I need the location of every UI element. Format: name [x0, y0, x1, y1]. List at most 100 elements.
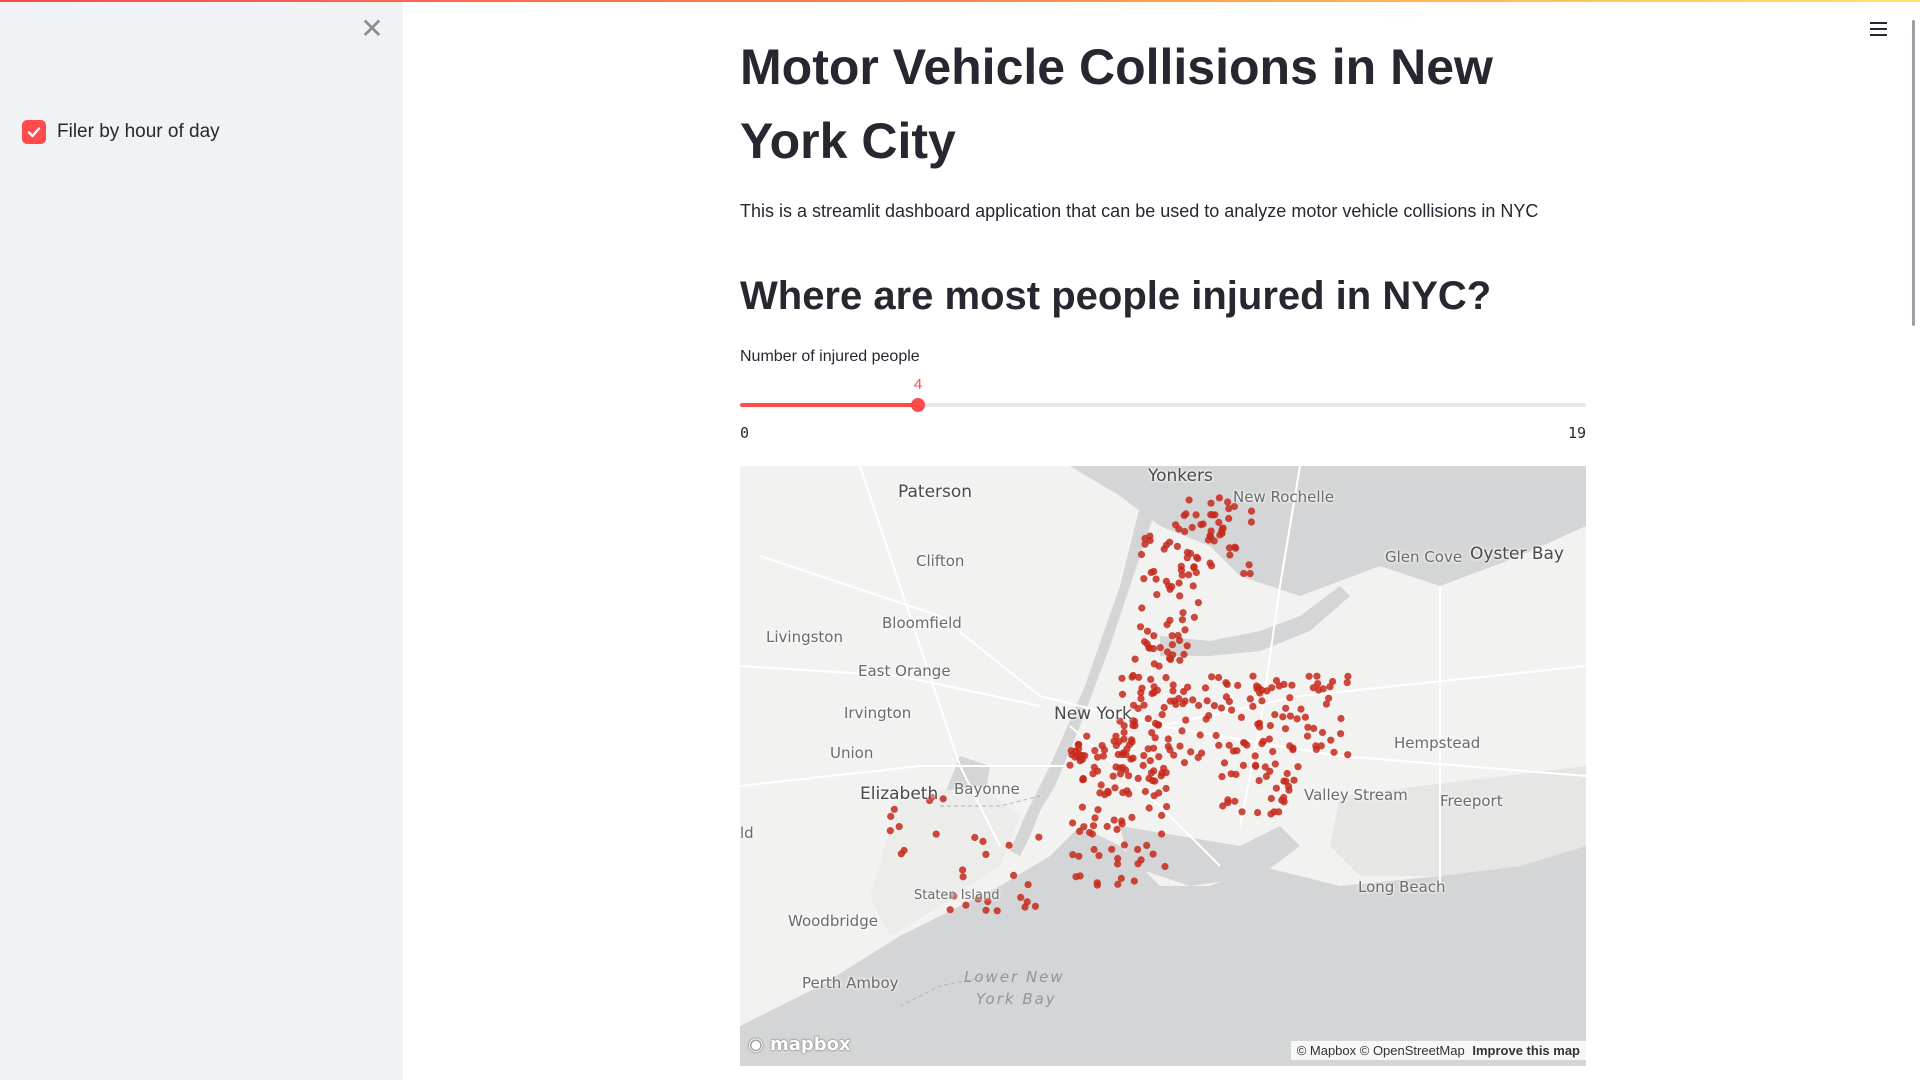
map-label-lower-new-york-bay-1: Lower New — [964, 968, 1065, 986]
collision-point — [1135, 673, 1143, 681]
collision-point — [1194, 753, 1202, 762]
collision-point — [1138, 604, 1146, 612]
collision-point — [1122, 751, 1130, 759]
collision-point — [1197, 521, 1205, 529]
collision-point — [1090, 845, 1098, 854]
collision-point — [1249, 672, 1257, 680]
collision-point — [900, 846, 908, 855]
collision-point — [1155, 721, 1163, 729]
collision-point — [1098, 742, 1106, 750]
collision-point — [1322, 700, 1330, 708]
collision-point — [1130, 877, 1138, 885]
collision-point — [1117, 874, 1125, 882]
collision-point — [1155, 753, 1163, 761]
collision-point — [1201, 684, 1210, 692]
improve-map-link[interactable]: Improve this map — [1472, 1043, 1580, 1058]
map-label-bayonne: Bayonne — [954, 780, 1020, 798]
collision-point — [1035, 833, 1043, 841]
collision-point — [1187, 748, 1195, 756]
collision-point — [1278, 796, 1286, 804]
collision-point — [1313, 672, 1321, 680]
collision-point — [1031, 902, 1039, 910]
collision-point — [1289, 746, 1297, 754]
filter-hour-checkbox[interactable]: Filer by hour of day — [22, 120, 220, 144]
mapbox-logo[interactable]: ◉ mapbox — [748, 1034, 851, 1055]
collision-point — [1275, 808, 1283, 816]
map-label-east-orange: East Orange — [858, 662, 951, 680]
collision-point — [1120, 728, 1128, 736]
slider-max-label: 19 — [1567, 424, 1586, 442]
slider-value: 4 — [913, 376, 923, 393]
collision-point — [1207, 527, 1215, 535]
map-label-freeport: Freeport — [1440, 792, 1503, 810]
collision-point — [1259, 737, 1267, 745]
collision-point — [1178, 571, 1186, 579]
collision-point — [1091, 747, 1099, 755]
collision-point — [1162, 577, 1170, 585]
collision-point — [1247, 507, 1256, 515]
collision-point — [1128, 813, 1136, 821]
collision-point — [1290, 776, 1298, 784]
collision-point — [1005, 841, 1013, 849]
collision-point — [1021, 903, 1029, 911]
slider-thumb[interactable] — [911, 398, 925, 412]
collision-point — [1174, 631, 1182, 640]
collision-point — [1269, 748, 1277, 756]
collision-point — [1181, 697, 1189, 705]
collision-point — [1176, 592, 1184, 600]
collision-point — [1173, 542, 1181, 550]
collision-point — [1094, 806, 1102, 814]
collision-map[interactable]: Yonkers Paterson New Rochelle Clifton Gl… — [740, 466, 1586, 1066]
scrollbar[interactable] — [1912, 20, 1915, 326]
collision-point — [1099, 752, 1107, 760]
collision-point — [1271, 760, 1279, 768]
collision-point — [1167, 655, 1175, 664]
filter-hour-label: Filer by hour of day — [57, 121, 220, 142]
collision-point — [1240, 739, 1248, 747]
map-label-elizabeth: Elizabeth — [860, 784, 939, 804]
collision-point — [1069, 819, 1077, 827]
collision-point — [1220, 759, 1229, 767]
collision-point — [1163, 803, 1171, 811]
collision-point — [1118, 690, 1127, 698]
slider-min-label: 0 — [740, 424, 750, 442]
map-label-irvington: Irvington — [844, 704, 912, 722]
collision-point — [1118, 817, 1126, 825]
collision-point — [1166, 697, 1174, 705]
collision-point — [1343, 679, 1351, 687]
mapbox-logo-text: mapbox — [769, 1034, 851, 1055]
collision-point — [1129, 754, 1137, 762]
intro-text: This is a streamlit dashboard applicatio… — [740, 201, 1539, 221]
collision-point — [1209, 511, 1217, 519]
checkbox-checked-icon[interactable] — [22, 120, 46, 144]
collision-point — [1312, 742, 1320, 750]
collision-point — [1134, 774, 1142, 782]
collision-point — [1266, 767, 1274, 775]
collision-point — [1017, 893, 1025, 901]
collision-point — [1148, 729, 1156, 737]
collision-point — [1151, 777, 1159, 785]
collision-point — [1215, 741, 1223, 749]
collision-point — [1109, 772, 1117, 780]
collision-point — [1271, 711, 1279, 719]
close-icon[interactable]: ✕ — [357, 14, 387, 44]
collision-point — [1272, 784, 1280, 792]
map-label-perth-amboy: Perth Amboy — [802, 974, 899, 992]
collision-point — [1147, 675, 1155, 683]
map-label-lower-new-york-bay-2: York Bay — [976, 990, 1057, 1008]
collision-point — [1227, 770, 1235, 778]
collision-point — [1263, 687, 1271, 695]
collision-point — [1112, 732, 1120, 740]
hamburger-menu-icon[interactable] — [1864, 16, 1896, 42]
collision-point — [1246, 570, 1254, 578]
collision-point — [1089, 822, 1098, 830]
collision-point — [1190, 613, 1198, 621]
collision-point — [1093, 881, 1101, 889]
collision-point — [1103, 822, 1111, 831]
collision-point — [1168, 641, 1176, 649]
collision-point — [1178, 727, 1186, 735]
collision-point — [993, 907, 1001, 915]
collision-point — [1141, 540, 1149, 548]
collision-point — [1160, 703, 1168, 712]
collision-point — [1113, 825, 1121, 833]
